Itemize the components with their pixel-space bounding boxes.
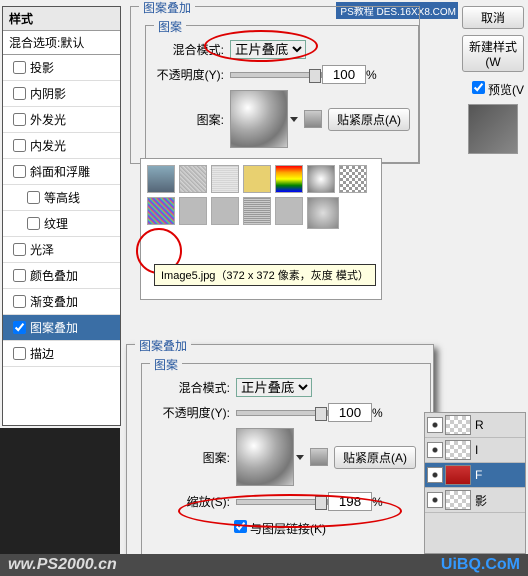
layer-row[interactable]: 影 xyxy=(425,488,525,513)
right-panel: 取消 新建样式(W 预览(V xyxy=(458,0,528,300)
layer-row[interactable]: R xyxy=(425,413,525,438)
group-title: 图案叠加 xyxy=(139,0,195,16)
layers-panel: R I F 影 xyxy=(424,412,526,554)
blend-mode-select[interactable]: 正片叠底 xyxy=(230,40,306,59)
opacity-slider[interactable] xyxy=(236,410,328,416)
pattern-thumb-item[interactable] xyxy=(275,197,303,225)
style-texture[interactable]: 纹理 xyxy=(3,211,120,237)
scale-label: 缩放(S): xyxy=(150,493,230,510)
pattern-thumb-selected[interactable] xyxy=(307,197,339,229)
blend-options-default[interactable]: 混合选项:默认 xyxy=(3,31,120,55)
style-color-overlay[interactable]: 颜色叠加 xyxy=(3,263,120,289)
snap-origin-button[interactable]: 贴紧原点(A) xyxy=(328,108,410,131)
pattern-thumb-item[interactable] xyxy=(179,165,207,193)
sub-title: 图案 xyxy=(154,18,186,35)
tooltip: Image5.jpg（372 x 372 像素，灰度 模式） xyxy=(154,264,376,286)
layer-row[interactable]: F xyxy=(425,463,525,488)
new-style-button[interactable]: 新建样式(W xyxy=(462,35,524,72)
chevron-down-icon[interactable] xyxy=(296,455,304,460)
style-pattern-overlay[interactable]: 图案叠加 xyxy=(3,315,120,341)
percent: % xyxy=(372,406,383,420)
eye-icon[interactable] xyxy=(427,417,443,433)
pattern-thumb-item[interactable] xyxy=(243,197,271,225)
style-contour[interactable]: 等高线 xyxy=(3,185,120,211)
pattern-thumb-item[interactable] xyxy=(307,165,335,193)
layer-thumb xyxy=(445,440,471,460)
chevron-down-icon[interactable] xyxy=(290,117,298,122)
pattern-thumb[interactable] xyxy=(230,90,288,148)
cancel-button[interactable]: 取消 xyxy=(462,6,524,29)
style-drop-shadow[interactable]: 投影 xyxy=(3,55,120,81)
pattern-sub-bottom: 图案 混合模式: 正片叠底 不透明度(Y): % 图案: 贴紧原点(A) 缩放(… xyxy=(141,363,431,557)
layer-thumb xyxy=(445,490,471,510)
new-pattern-icon[interactable] xyxy=(304,110,322,128)
opacity-label: 不透明度(Y): xyxy=(150,404,230,421)
blend-mode-label: 混合模式: xyxy=(150,379,230,396)
pattern-thumb-item[interactable] xyxy=(275,165,303,193)
link-layer-checkbox[interactable]: 与图层链接(K) xyxy=(230,517,326,537)
pattern-thumb-item[interactable] xyxy=(243,165,271,193)
eye-icon[interactable] xyxy=(427,467,443,483)
preview-checkbox[interactable]: 预览(V xyxy=(458,78,528,98)
style-bevel[interactable]: 斜面和浮雕 xyxy=(3,159,120,185)
style-gradient-overlay[interactable]: 渐变叠加 xyxy=(3,289,120,315)
pattern-thumb-item[interactable] xyxy=(147,197,175,225)
eye-icon[interactable] xyxy=(427,442,443,458)
styles-title: 样式 xyxy=(3,7,120,31)
eye-icon[interactable] xyxy=(427,492,443,508)
style-satin[interactable]: 光泽 xyxy=(3,237,120,263)
sub-title-bottom: 图案 xyxy=(150,356,182,373)
pattern-thumb-item[interactable] xyxy=(211,165,239,193)
layer-thumb xyxy=(445,465,471,485)
scale-input[interactable] xyxy=(328,492,372,511)
group-title-bottom: 图案叠加 xyxy=(135,337,191,354)
opacity-label: 不透明度(Y): xyxy=(154,66,224,83)
pattern-label: 图案: xyxy=(150,449,230,466)
styles-panel: 样式 混合选项:默认 投影 内阴影 外发光 内发光 斜面和浮雕 等高线 纹理 光… xyxy=(2,6,121,426)
opacity-input[interactable] xyxy=(328,403,372,422)
layer-name: R xyxy=(475,418,484,432)
layer-row[interactable]: I xyxy=(425,438,525,463)
pattern-thumb-item[interactable] xyxy=(147,165,175,193)
pattern-sub: 图案 混合模式: 正片叠底 不透明度(Y): % 图案: 贴紧原点(A) xyxy=(145,25,419,163)
style-inner-glow[interactable]: 内发光 xyxy=(3,133,120,159)
styles-list: 投影 内阴影 外发光 内发光 斜面和浮雕 等高线 纹理 光泽 颜色叠加 渐变叠加… xyxy=(3,55,120,367)
snap-origin-button[interactable]: 贴紧原点(A) xyxy=(334,446,416,469)
canvas-dark xyxy=(0,428,120,554)
layer-name: 影 xyxy=(475,492,487,509)
percent: % xyxy=(366,68,377,82)
new-pattern-icon[interactable] xyxy=(310,448,328,466)
uibq-watermark: UiBQ.CoM xyxy=(441,556,520,574)
layer-name: I xyxy=(475,443,478,457)
pattern-thumb-item[interactable] xyxy=(179,197,207,225)
pattern-thumb-item[interactable] xyxy=(211,197,239,225)
percent: % xyxy=(372,495,383,509)
layer-thumb xyxy=(445,415,471,435)
blend-mode-select[interactable]: 正片叠底 xyxy=(236,378,312,397)
pattern-overlay-top: 图案叠加 图案 混合模式: 正片叠底 不透明度(Y): % 图案: 贴紧原点(A… xyxy=(130,6,420,164)
opacity-input[interactable] xyxy=(322,65,366,84)
style-outer-glow[interactable]: 外发光 xyxy=(3,107,120,133)
pattern-label: 图案: xyxy=(154,111,224,128)
pattern-thumb[interactable] xyxy=(236,428,294,486)
pattern-thumb-item[interactable] xyxy=(339,165,367,193)
preview-thumb xyxy=(468,104,518,154)
opacity-slider[interactable] xyxy=(230,72,322,78)
pattern-thumbs xyxy=(141,159,381,235)
layer-name: F xyxy=(475,468,482,482)
style-inner-shadow[interactable]: 内阴影 xyxy=(3,81,120,107)
pattern-overlay-bottom: 图案叠加 图案 混合模式: 正片叠底 不透明度(Y): % 图案: 贴紧原点(A… xyxy=(126,344,434,558)
blend-mode-label: 混合模式: xyxy=(154,41,224,58)
scale-slider[interactable] xyxy=(236,499,328,505)
style-stroke[interactable]: 描边 xyxy=(3,341,120,367)
